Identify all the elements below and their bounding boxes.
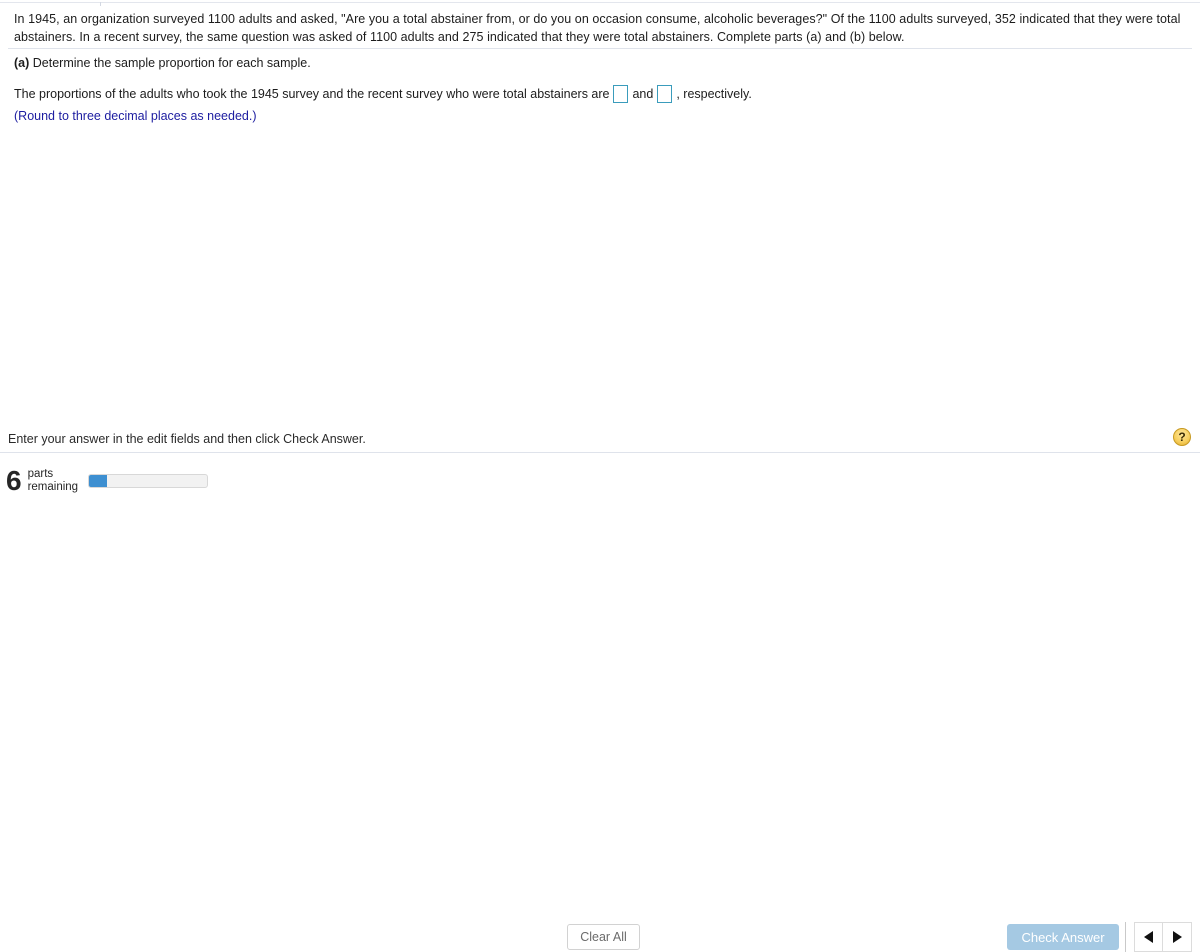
answer-mid-text: and	[632, 87, 654, 101]
question-divider	[8, 48, 1192, 49]
footer-divider	[0, 452, 1200, 453]
parts-label-line1: parts	[27, 468, 54, 480]
check-answer-button[interactable]: Check Answer	[1007, 924, 1119, 950]
status-strip: Enter your answer in the edit fields and…	[0, 430, 1200, 452]
next-part-button[interactable]	[1163, 922, 1192, 952]
progress-bar	[88, 474, 209, 488]
top-chrome-tick	[100, 2, 101, 6]
answer-prefix-text: The proportions of the adults who took t…	[14, 87, 610, 101]
navigation-group	[1134, 922, 1192, 952]
status-message: Enter your answer in the edit fields and…	[8, 432, 366, 446]
parts-remaining-label: parts remaining	[28, 468, 79, 494]
answer-suffix-text: , respectively.	[676, 87, 752, 101]
parts-label-line2: remaining	[27, 481, 79, 493]
parts-remaining-group: 6 parts remaining	[6, 465, 209, 496]
triangle-left-icon	[1144, 931, 1153, 943]
part-a-marker: (a)	[14, 56, 30, 70]
top-chrome-rule	[0, 2, 1200, 6]
nav-separator	[1125, 922, 1126, 952]
help-icon[interactable]: ?	[1173, 428, 1191, 446]
triangle-right-icon	[1172, 931, 1182, 943]
previous-part-button[interactable]	[1134, 922, 1163, 952]
bottom-toolbar: 6 parts remaining Clear All Check Answer	[0, 455, 1200, 952]
part-a-block: (a) Determine the sample proportion for …	[14, 55, 1184, 125]
part-a-prompt: (a) Determine the sample proportion for …	[14, 55, 1184, 72]
proportion-recent-input[interactable]	[657, 85, 673, 103]
part-a-prompt-text: Determine the sample proportion for each…	[32, 56, 311, 70]
question-statement: In 1945, an organization surveyed 1100 a…	[14, 12, 1181, 44]
rounding-note: (Round to three decimal places as needed…	[14, 109, 257, 123]
question-area: In 1945, an organization surveyed 1100 a…	[0, 10, 1200, 46]
proportion-1945-input[interactable]	[613, 85, 629, 103]
part-a-answer-line: The proportions of the adults who took t…	[14, 85, 1184, 103]
progress-bar-fill	[89, 475, 107, 487]
clear-all-button[interactable]: Clear All	[567, 924, 640, 950]
parts-remaining-count: 6	[6, 465, 22, 496]
